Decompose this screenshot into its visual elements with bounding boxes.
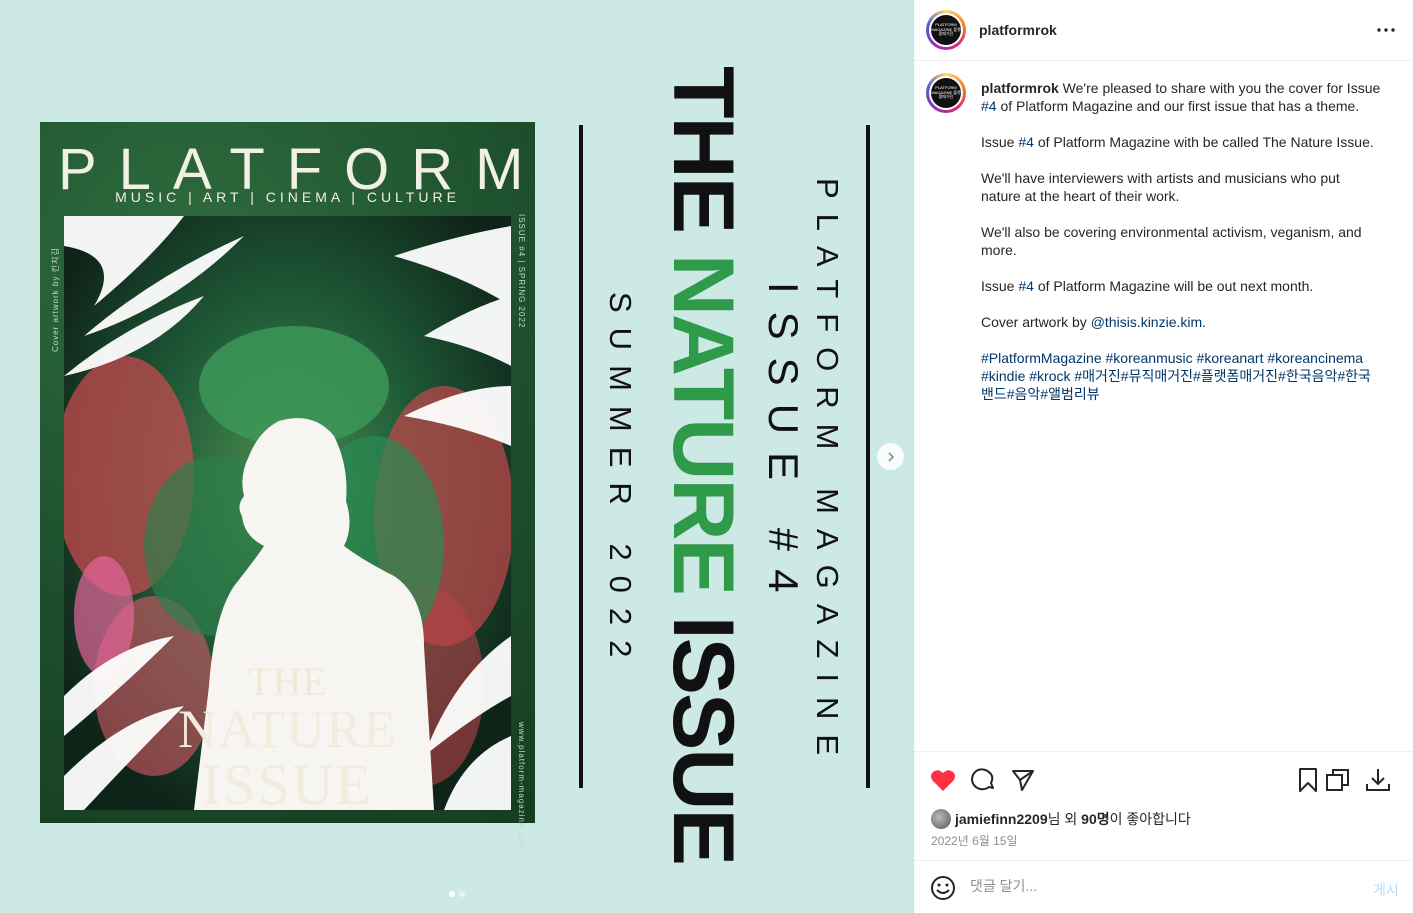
hashtag-link[interactable]: #4 [981, 98, 997, 114]
issue-number: ISSUE #4 [760, 282, 807, 611]
next-slide-button[interactable] [877, 443, 904, 470]
copy-icon [1326, 769, 1349, 791]
chevron-right-icon [887, 451, 894, 462]
caption-paragraph: We'll have interviewers with artists and… [981, 170, 1340, 204]
avatar[interactable]: PLATFORM MAGAZINE 플랫폼매거진 [926, 10, 966, 50]
caption-area: PLATFORM MAGAZINE 플랫폼매거진 platformrok We'… [914, 61, 1413, 751]
post-date[interactable]: 2022년 6월 15일 [931, 832, 1018, 849]
nature-issue-title: THE NATURE ISSUE [655, 66, 751, 864]
save-button[interactable] [1294, 766, 1322, 794]
liker-username[interactable]: jamiefinn2209 [955, 811, 1048, 827]
slide-indicator [449, 891, 465, 897]
comment-button[interactable] [969, 766, 997, 794]
comment-input[interactable] [970, 878, 1350, 894]
divider-right [866, 125, 870, 788]
download-button[interactable] [1364, 766, 1392, 794]
comment-icon [971, 768, 994, 791]
hashtags[interactable]: #PlatformMagazine #koreanmusic #koreanar… [981, 349, 1381, 403]
post-panel: PLATFORM MAGAZINE 플랫폼매거진 platformrok PLA… [913, 0, 1413, 913]
hashtag-link[interactable]: #4 [1018, 278, 1034, 294]
cover-issue-date: ISSUE #4 | SPRING 2022 [517, 214, 526, 329]
like-button[interactable] [929, 766, 957, 794]
download-icon [1366, 769, 1390, 791]
send-icon [1012, 770, 1034, 791]
hashtag-link[interactable]: #4 [1018, 134, 1034, 150]
magazine-cover: PLATFORM MUSIC | ART | CINEMA | CULTURE … [40, 122, 535, 850]
cover-credit: Cover artwork by 킨지김 [51, 247, 60, 352]
cover-issue-title: THE NATURE ISSUE [178, 659, 397, 817]
cover-subtitle: MUSIC | ART | CINEMA | CULTURE [115, 189, 460, 205]
post-comment-button[interactable]: 게시 [1373, 880, 1399, 900]
more-horizontal-icon [1377, 28, 1395, 32]
avatar[interactable]: PLATFORM MAGAZINE 플랫폼매거진 [926, 73, 966, 113]
post-header: PLATFORM MAGAZINE 플랫폼매거진 platformrok [914, 0, 1413, 61]
action-bar [914, 751, 1413, 806]
summer-text: SUMMER 2022 [603, 292, 638, 673]
caption-text: platformrok We're pleased to share with … [981, 80, 1381, 403]
slide-dot [449, 891, 455, 897]
divider-left [579, 125, 583, 788]
slide-dot [459, 891, 465, 897]
mention-link[interactable]: @thisis.kinzie.kim [1091, 314, 1202, 330]
likes-count[interactable]: 90명 [1081, 811, 1109, 827]
username-link[interactable]: platformrok [979, 22, 1057, 38]
caption-username[interactable]: platformrok [981, 80, 1059, 96]
bookmark-icon [1299, 768, 1317, 792]
emoji-icon[interactable] [930, 875, 956, 901]
more-options-button[interactable] [1376, 18, 1396, 44]
avatar[interactable] [931, 809, 951, 829]
share-button[interactable] [1009, 766, 1037, 794]
post-media[interactable]: PLATFORM MUSIC | ART | CINEMA | CULTURE … [0, 0, 913, 913]
likes-summary: jamiefinn2209님 외 90명이 좋아합니다 [931, 809, 1191, 829]
heart-filled-icon [931, 770, 955, 791]
comment-bar: 게시 [914, 860, 1413, 913]
caption-paragraph: We'll also be covering environmental act… [981, 224, 1362, 258]
copy-button[interactable] [1324, 766, 1352, 794]
magazine-name: PLATFORM MAGAZINE [810, 178, 845, 771]
